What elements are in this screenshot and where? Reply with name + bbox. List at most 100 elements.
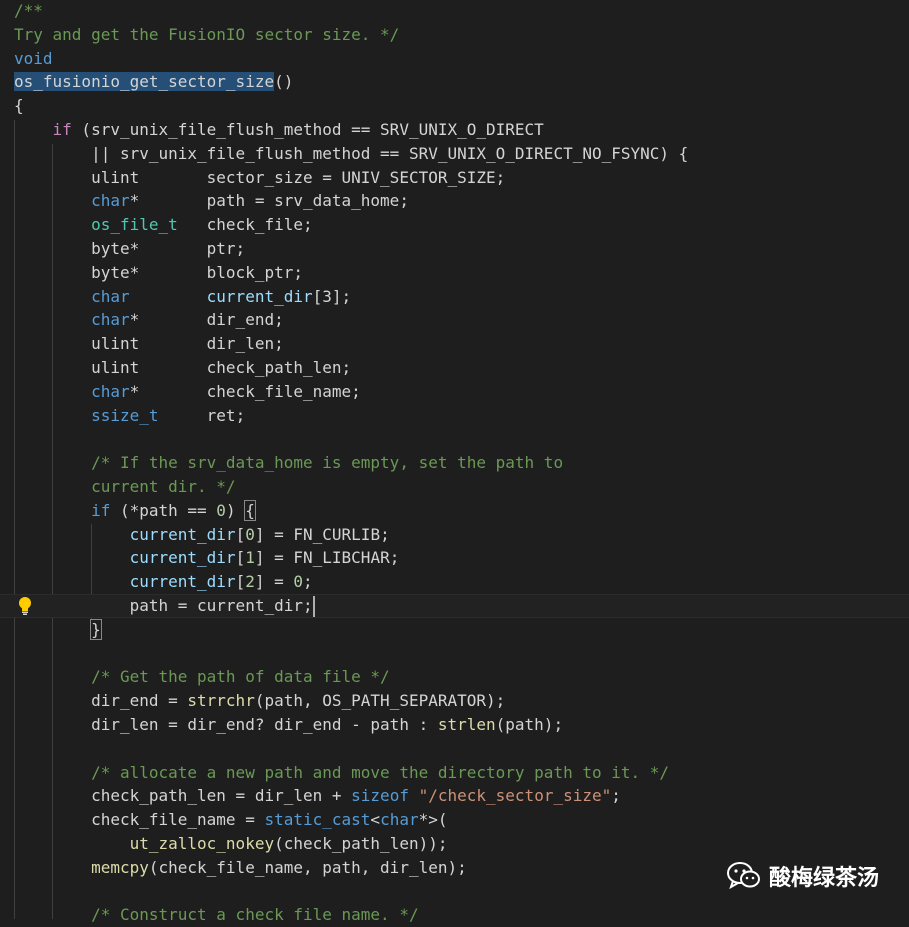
code-token: [ <box>235 572 246 592</box>
code-token: os_file_t <box>91 215 178 235</box>
code-token: *>( <box>418 810 448 830</box>
code-token: strrchr <box>187 691 255 711</box>
code-line-text: char* dir_end; <box>14 308 284 332</box>
code-line[interactable]: char* check_file_name; <box>0 380 909 404</box>
code-line[interactable]: ulint dir_len; <box>0 332 909 356</box>
code-token: * path = srv_data_home; <box>129 191 409 211</box>
code-line-text: /* Get the path of data file */ <box>14 665 390 689</box>
code-line[interactable] <box>0 737 909 761</box>
code-line[interactable]: Try and get the FusionIO sector size. */ <box>0 23 909 47</box>
code-line-text: path = current_dir; <box>14 595 313 617</box>
code-line-text: void <box>14 47 53 71</box>
code-line[interactable]: os_fusionio_get_sector_size() <box>0 70 909 94</box>
code-token: [ <box>235 548 246 568</box>
watermark-text: 酸梅绿茶汤 <box>768 866 879 891</box>
code-token: 0 <box>216 500 226 520</box>
code-token: * check_file_name; <box>129 381 361 401</box>
code-line[interactable]: void <box>0 47 909 71</box>
watermark: 酸梅绿茶汤 <box>726 860 879 892</box>
code-token: strlen <box>437 715 496 734</box>
code-token: dir_len = dir_end? dir_end - path : <box>14 715 438 734</box>
code-line[interactable]: /* Get the path of data file */ <box>0 665 909 689</box>
code-line-text: /* If the srv_data_home is empty, set th… <box>14 451 563 475</box>
code-line[interactable]: /** <box>0 0 909 23</box>
code-line-text: ssize_t ret; <box>14 404 245 428</box>
code-token: path = current_dir; <box>14 596 313 615</box>
code-token: ; <box>611 786 621 806</box>
text-cursor <box>313 596 315 617</box>
code-line[interactable]: check_file_name = static_cast<char*>( <box>0 808 909 832</box>
code-line[interactable]: byte* ptr; <box>0 237 909 261</box>
code-line[interactable]: current_dir[0] = FN_CURLIB; <box>0 523 909 547</box>
code-line-text: Try and get the FusionIO sector size. */ <box>14 23 399 47</box>
code-line[interactable]: char current_dir[3]; <box>0 285 909 309</box>
code-line[interactable]: /* Construct a check file name. */ <box>0 903 909 927</box>
code-token: current_dir <box>129 572 236 592</box>
code-line[interactable]: if (*path == 0) { <box>0 499 909 523</box>
code-token: current dir. */ <box>91 477 236 496</box>
code-line[interactable]: ulint sector_size = UNIV_SECTOR_SIZE; <box>0 166 909 190</box>
code-token: ; <box>303 572 313 592</box>
code-line[interactable]: dir_len = dir_end? dir_end - path : strl… <box>0 713 909 737</box>
code-line-text: } <box>14 618 102 642</box>
lightbulb-icon[interactable] <box>16 596 34 616</box>
code-line[interactable] <box>0 642 909 666</box>
code-token: byte* ptr; <box>14 239 246 258</box>
code-token: if <box>91 500 111 520</box>
code-line[interactable]: dir_end = strrchr(path, OS_PATH_SEPARATO… <box>0 689 909 713</box>
code-token: ret; <box>158 405 246 425</box>
code-editor[interactable]: /** Try and get the FusionIO sector size.… <box>0 0 909 924</box>
code-line[interactable]: check_path_len = dir_len + sizeof "/chec… <box>0 784 909 808</box>
code-line[interactable]: char* path = srv_data_home; <box>0 189 909 213</box>
code-token: check_path_len = dir_len + <box>14 786 352 806</box>
code-line[interactable]: ulint check_path_len; <box>0 356 909 380</box>
code-token: os_fusionio_get_sector_size <box>14 72 275 92</box>
code-token: ] = FN_CURLIB; <box>254 524 390 544</box>
code-token: || srv_unix_file_flush_method == SRV_UNI… <box>14 143 689 163</box>
code-line[interactable]: ut_zalloc_nokey(check_path_len)); <box>0 832 909 856</box>
code-token: current_dir <box>129 548 236 568</box>
code-line[interactable]: || srv_unix_file_flush_method == SRV_UNI… <box>0 142 909 166</box>
code-line-text: check_file_name = static_cast<char*>( <box>14 808 448 832</box>
code-token: [ <box>235 524 246 544</box>
code-token: /* allocate a new path and move the dire… <box>91 762 670 782</box>
code-token: ut_zalloc_nokey <box>129 834 275 853</box>
code-line[interactable]: if (srv_unix_file_flush_method == SRV_UN… <box>0 118 909 142</box>
code-line-text: /* Construct a check file name. */ <box>14 903 419 927</box>
code-line[interactable]: current_dir[1] = FN_LIBCHAR; <box>0 546 909 570</box>
code-line[interactable]: { <box>0 94 909 118</box>
code-line-text: os_fusionio_get_sector_size() <box>14 70 293 94</box>
code-token: (path); <box>495 715 564 734</box>
code-line-text: ulint check_path_len; <box>14 356 351 380</box>
code-token: (check_file_name, path, dir_len); <box>148 857 467 877</box>
code-line[interactable]: os_file_t check_file; <box>0 213 909 237</box>
code-token: check_file_name = <box>14 810 265 830</box>
code-line[interactable]: current dir. */ <box>0 475 909 499</box>
code-line[interactable]: } <box>0 618 909 642</box>
code-token: char <box>91 310 130 330</box>
code-line[interactable]: byte* block_ptr; <box>0 261 909 285</box>
code-line[interactable]: ssize_t ret; <box>0 404 909 428</box>
code-line[interactable]: path = current_dir; <box>0 594 909 618</box>
code-line[interactable]: /* allocate a new path and move the dire… <box>0 761 909 785</box>
code-token: /* Construct a check file name. */ <box>91 905 419 925</box>
code-token: * dir_end; <box>129 310 284 330</box>
code-line[interactable]: current_dir[2] = 0; <box>0 570 909 594</box>
code-line-text: memcpy(check_file_name, path, dir_len); <box>14 856 467 880</box>
code-line[interactable] <box>0 427 909 451</box>
code-line[interactable]: /* If the srv_data_home is empty, set th… <box>0 451 909 475</box>
code-token: { <box>244 499 256 521</box>
code-line[interactable]: char* dir_end; <box>0 308 909 332</box>
code-line-text: current dir. */ <box>14 475 236 499</box>
